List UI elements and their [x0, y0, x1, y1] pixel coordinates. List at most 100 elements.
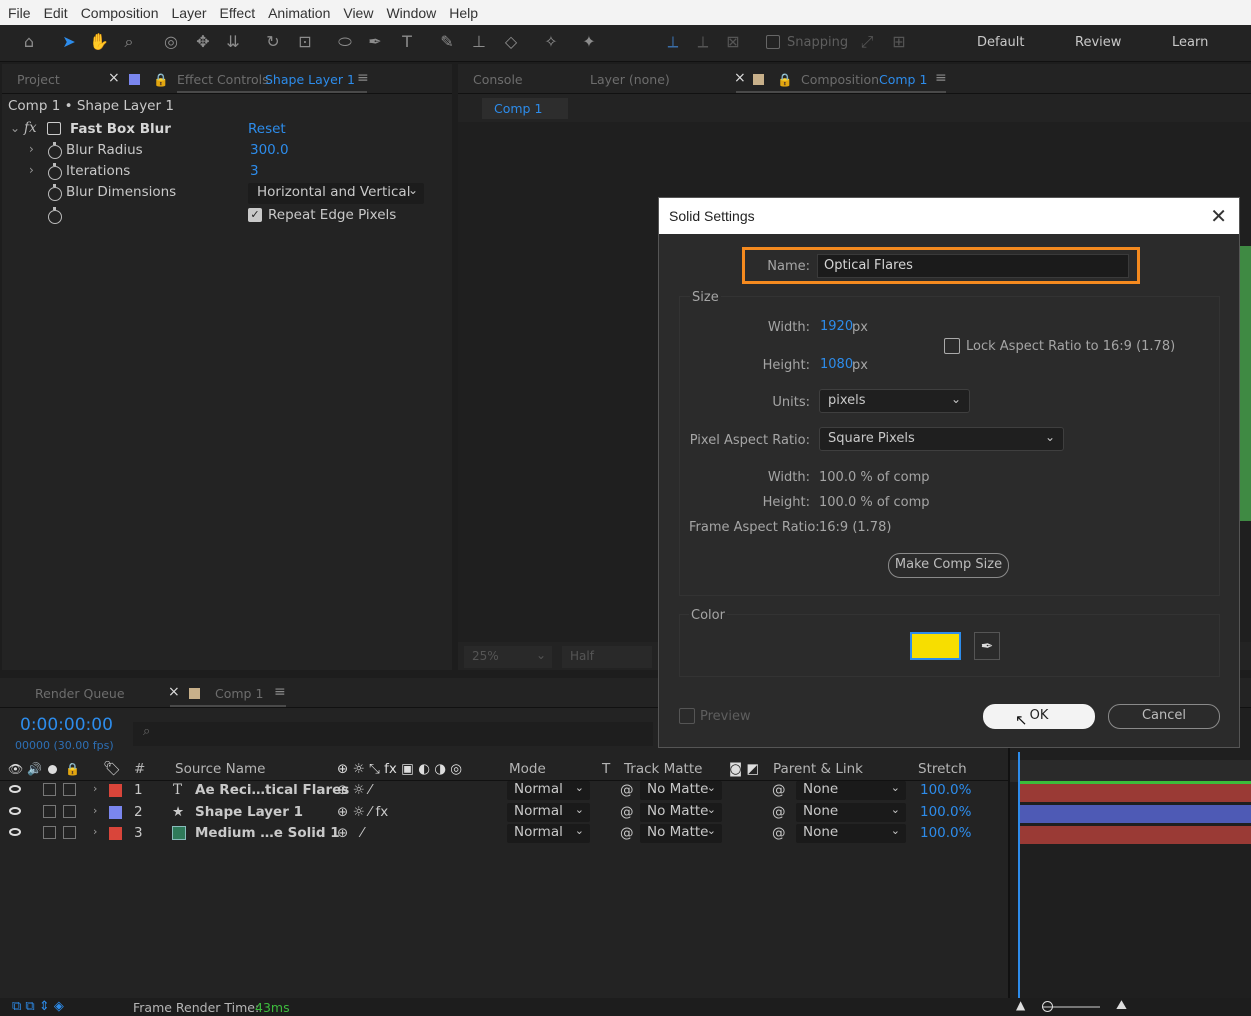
fx-icon[interactable]: fx — [24, 120, 37, 136]
zoom-in-icon[interactable]: ⛰ — [1116, 998, 1127, 1013]
solo-box[interactable] — [43, 805, 56, 818]
stretch-value[interactable]: 100.0% — [920, 825, 971, 841]
close-icon[interactable]: ✕ — [1210, 204, 1227, 229]
layer-bar[interactable] — [1020, 826, 1251, 844]
zoom-out-icon[interactable]: ▲ — [1016, 998, 1025, 1012]
layer-color-label[interactable] — [109, 827, 122, 840]
audio-icon[interactable]: 🔊 — [27, 762, 42, 776]
switch-icons[interactable]: ⊕ ☼ ⁄ fx — [337, 804, 388, 820]
chevron-down-icon[interactable]: ⌄ — [10, 121, 20, 135]
lock-icon[interactable]: 🔒 — [65, 762, 80, 776]
axis-local-icon[interactable]: ⟂ — [662, 31, 684, 53]
parent-dropdown[interactable]: None ⌄ — [796, 824, 906, 843]
hand-tool-icon[interactable]: ✋ — [88, 31, 110, 53]
lock-aspect-checkbox[interactable] — [944, 338, 960, 354]
pixel-aspect-dropdown[interactable]: Square Pixels ⌄ — [819, 427, 1064, 451]
table-row[interactable]: › 2 ★ Shape Layer 1 ⊕ ☼ ⁄ fx Normal ⌄ @ N… — [0, 802, 1008, 823]
parent-dropdown[interactable]: None ⌄ — [796, 781, 906, 800]
brush-tool-icon[interactable]: ✎ — [436, 31, 458, 53]
track-matte-dropdown[interactable]: No Matte ⌄ — [640, 781, 722, 800]
stretch-value[interactable]: 100.0% — [920, 782, 971, 798]
layer-bar[interactable] — [1020, 805, 1251, 823]
parent-pickwhip-icon[interactable]: @ — [772, 782, 786, 798]
zoom-tool-icon[interactable]: ⌕ — [118, 31, 140, 53]
chevron-right-icon[interactable]: › — [93, 782, 97, 795]
name-input[interactable]: Optical Flares — [817, 254, 1129, 278]
reset-link[interactable]: Reset — [248, 121, 286, 137]
axis-view-icon[interactable]: ⊠ — [722, 31, 744, 53]
type-tool-icon[interactable]: T — [396, 31, 418, 53]
param-value[interactable]: 300.0 — [250, 142, 289, 158]
mode-dropdown[interactable]: Normal ⌄ — [507, 803, 590, 822]
playhead[interactable] — [1018, 752, 1020, 998]
solo-box[interactable] — [43, 783, 56, 796]
parent-pickwhip-icon[interactable]: @ — [772, 804, 786, 820]
eye-icon[interactable] — [9, 828, 21, 836]
eraser-tool-icon[interactable]: ◇ — [500, 31, 522, 53]
workspace-review[interactable]: Review — [1075, 35, 1121, 50]
timeline-track-area[interactable] — [1008, 708, 1251, 998]
width-value[interactable]: 1920 — [820, 319, 853, 334]
parent-pickwhip-icon[interactable]: @ — [772, 825, 786, 841]
label-tag-icon[interactable]: 🏷 — [103, 761, 121, 777]
menu-animation[interactable]: Animation — [268, 5, 330, 21]
orbit-camera-icon[interactable]: ◎ — [160, 31, 182, 53]
table-row[interactable]: › 3 Medium …e Solid 1 ⊕ ⁄ Normal ⌄ @ No M… — [0, 823, 1008, 844]
tab-project[interactable]: Project — [17, 72, 60, 87]
tab-effect-controls[interactable]: Effect Controls — [177, 72, 269, 87]
chevron-right-icon[interactable]: › — [93, 825, 97, 838]
menu-composition[interactable]: Composition — [81, 5, 159, 21]
eye-icon[interactable] — [9, 807, 21, 815]
track-matte-dropdown[interactable]: No Matte ⌄ — [640, 803, 722, 822]
height-value[interactable]: 1080 — [820, 357, 853, 372]
lock-icon[interactable]: 🔒 — [153, 72, 169, 88]
menu-file[interactable]: File — [8, 5, 31, 21]
close-icon[interactable]: × — [108, 70, 120, 86]
units-dropdown[interactable]: pixels ⌄ — [819, 389, 970, 413]
rotate-tool-icon[interactable]: ↻ — [262, 31, 284, 53]
panel-menu-icon[interactable]: ≡ — [357, 70, 369, 86]
menu-layer[interactable]: Layer — [172, 5, 207, 21]
tab-composition[interactable]: Composition — [801, 72, 879, 87]
mode-dropdown[interactable]: Normal ⌄ — [507, 824, 590, 843]
tab-effect-controls-layer[interactable]: Shape Layer 1 — [265, 72, 355, 87]
tab-layer[interactable]: Layer (none) — [590, 72, 670, 87]
axis-world-icon[interactable]: ⟂ — [692, 31, 714, 53]
stopwatch-icon[interactable] — [48, 163, 62, 180]
pickwhip-icon[interactable]: @ — [620, 782, 634, 798]
zoom-slider-handle[interactable] — [1042, 1001, 1053, 1012]
chevron-right-icon[interactable]: › — [29, 163, 34, 177]
param-value[interactable]: 3 — [250, 163, 259, 179]
tab-render-queue[interactable]: Render Queue — [35, 686, 125, 701]
menu-edit[interactable]: Edit — [44, 5, 68, 21]
switch-icons[interactable]: ⊕ ⁄ — [337, 825, 363, 841]
ok-button[interactable]: OK — [983, 704, 1095, 729]
close-icon[interactable]: × — [168, 684, 180, 700]
switch-icons[interactable]: ⊕ ☼ ⁄ — [337, 782, 371, 798]
time-ruler[interactable] — [1010, 760, 1251, 782]
eye-icon[interactable] — [9, 785, 21, 793]
lock-box[interactable] — [63, 805, 76, 818]
layer-bar[interactable] — [1020, 784, 1251, 802]
layer-color-label[interactable] — [109, 806, 122, 819]
header-source-name[interactable]: Source Name — [175, 761, 266, 777]
puppet-tool-icon[interactable]: ✦ — [578, 31, 600, 53]
clone-stamp-icon[interactable]: ⊥ — [468, 31, 490, 53]
solo-icon[interactable] — [48, 765, 57, 774]
eyedropper-icon[interactable]: ✒ — [974, 632, 1000, 660]
layer-name[interactable]: Ae Reci…tical Flares — [195, 782, 349, 798]
pickwhip-icon[interactable]: @ — [620, 825, 634, 841]
workspace-default[interactable]: Default — [977, 35, 1025, 50]
snapping-checkbox[interactable] — [766, 35, 780, 49]
repeat-edge-checkbox[interactable]: ✓ — [248, 208, 262, 222]
visibility-icon[interactable]: 👁 — [8, 762, 23, 776]
tab-console[interactable]: Console — [473, 72, 523, 87]
layer-name[interactable]: Shape Layer 1 — [195, 804, 303, 820]
pen-tool-icon[interactable]: ✒ — [364, 31, 386, 53]
tab-timeline-comp[interactable]: Comp 1 — [215, 686, 263, 701]
menu-effect[interactable]: Effect — [220, 5, 256, 21]
render-icons[interactable]: ⧉ ⧉ ⇕ ◈ — [12, 999, 64, 1014]
parent-dropdown[interactable]: None ⌄ — [796, 803, 906, 822]
tab-composition-name[interactable]: Comp 1 — [879, 72, 927, 87]
comp-chip[interactable]: Comp 1 — [482, 98, 568, 119]
